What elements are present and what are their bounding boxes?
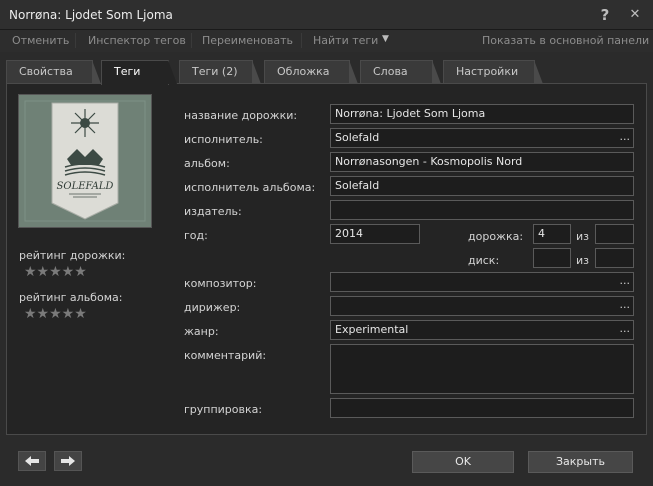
- genre-value: Experimental: [335, 323, 409, 336]
- tab-tags-label: Теги: [114, 65, 141, 78]
- disc-of-label: из: [576, 254, 589, 267]
- title-label: название дорожки:: [184, 109, 298, 122]
- tab-lyrics[interactable]: Слова: [360, 60, 441, 84]
- disc-label: диск:: [468, 254, 500, 267]
- album-rating-label: рейтинг альбома:: [19, 291, 123, 304]
- toolbar-divider: [191, 33, 192, 48]
- track-rating-stars[interactable]: ★★★★★: [24, 264, 87, 280]
- track-total-field[interactable]: [595, 224, 634, 244]
- toolbar-divider: [75, 33, 76, 48]
- arrow-right-icon: [61, 456, 75, 466]
- album-label: альбом:: [184, 157, 230, 170]
- track-number-field[interactable]: 4: [533, 224, 571, 244]
- tab-tags[interactable]: Теги: [101, 60, 177, 85]
- composer-field[interactable]: ...: [330, 272, 634, 292]
- track-of-label: из: [576, 230, 589, 243]
- close-button[interactable]: Закрыть: [528, 451, 633, 473]
- album-field[interactable]: Norrønasongen - Kosmopolis Nord: [330, 152, 634, 172]
- ok-button[interactable]: OK: [412, 451, 514, 473]
- genre-more-button[interactable]: ...: [620, 322, 631, 335]
- rename-button[interactable]: Переименовать: [202, 34, 293, 47]
- close-icon[interactable]: ✕: [626, 6, 644, 24]
- toolbar-divider: [301, 33, 302, 48]
- tab-settings[interactable]: Настройки: [443, 60, 543, 84]
- tab-cover[interactable]: Обложка: [264, 60, 358, 84]
- conductor-more-button[interactable]: ...: [620, 298, 631, 311]
- grouping-field[interactable]: [330, 398, 634, 418]
- artist-label: исполнитель:: [184, 133, 263, 146]
- genre-label: жанр:: [184, 325, 219, 338]
- help-button[interactable]: ?: [596, 6, 614, 24]
- grouping-label: группировка:: [184, 403, 263, 416]
- track-number-label: дорожка:: [468, 230, 524, 243]
- album-art[interactable]: SOLEFALD: [18, 94, 152, 228]
- tag-inspector-button[interactable]: Инспектор тегов: [88, 34, 186, 47]
- publisher-field[interactable]: [330, 200, 634, 220]
- undo-button[interactable]: Отменить: [12, 34, 69, 47]
- year-label: год:: [184, 229, 208, 242]
- title-field[interactable]: Norrøna: Ljodet Som Ljoma: [330, 104, 634, 124]
- conductor-label: дирижер:: [184, 301, 241, 314]
- track-rating-label: рейтинг дорожки:: [19, 249, 126, 262]
- next-track-button[interactable]: [54, 451, 82, 471]
- genre-field[interactable]: Experimental ...: [330, 320, 634, 340]
- band-logo: SOLEFALD: [57, 181, 114, 192]
- previous-track-button[interactable]: [18, 451, 46, 471]
- year-field[interactable]: 2014: [330, 224, 420, 244]
- album-artist-field[interactable]: Solefald: [330, 176, 634, 196]
- arrow-left-icon: [25, 456, 39, 466]
- tab-properties[interactable]: Свойства: [6, 60, 101, 84]
- comment-label: комментарий:: [184, 349, 267, 362]
- album-rating-stars[interactable]: ★★★★★: [24, 306, 87, 322]
- composer-more-button[interactable]: ...: [620, 274, 631, 287]
- publisher-label: издатель:: [184, 205, 242, 218]
- window-title: Norrøna: Ljodet Som Ljoma: [9, 8, 173, 22]
- composer-label: композитор:: [184, 277, 257, 290]
- find-tags-button[interactable]: Найти теги: [313, 34, 378, 47]
- conductor-field[interactable]: ...: [330, 296, 634, 316]
- show-in-main-panel-button[interactable]: Показать в основной панели: [482, 34, 649, 47]
- artist-more-button[interactable]: ...: [620, 130, 631, 143]
- disc-total-field[interactable]: [595, 248, 634, 268]
- comment-field[interactable]: [330, 344, 634, 394]
- tab-tags-2[interactable]: Теги (2): [179, 60, 261, 84]
- artist-value: Solefald: [335, 131, 380, 144]
- chevron-down-icon[interactable]: ▼: [382, 34, 389, 44]
- artist-field[interactable]: Solefald ...: [330, 128, 634, 148]
- album-art-image: SOLEFALD: [19, 95, 151, 227]
- disc-number-field[interactable]: [533, 248, 571, 268]
- album-artist-label: исполнитель альбома:: [184, 181, 316, 194]
